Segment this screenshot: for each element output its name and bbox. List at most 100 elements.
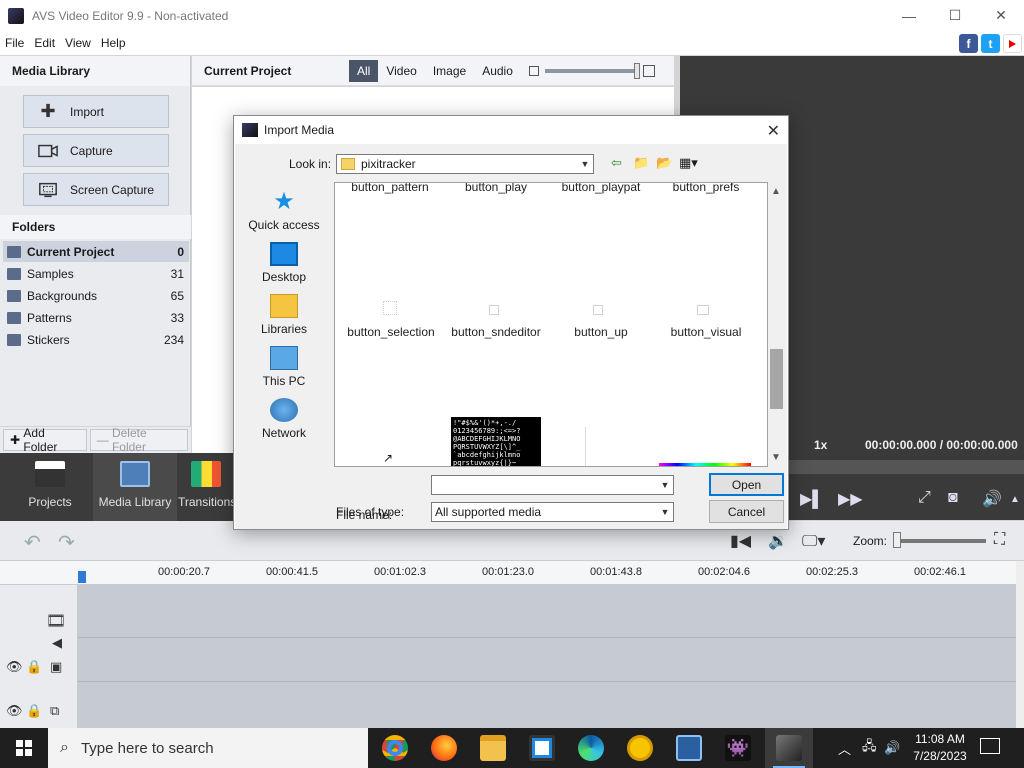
place-quick-access[interactable]: ★ Quick access xyxy=(243,190,325,233)
open-button[interactable]: Open xyxy=(709,473,784,496)
file-item[interactable]: button_visual xyxy=(651,325,761,339)
filter-all[interactable]: All xyxy=(349,59,379,82)
file-thumbnail[interactable] xyxy=(593,305,603,315)
new-folder-icon[interactable]: 📂 xyxy=(656,155,672,171)
firefox-icon[interactable] xyxy=(431,735,457,761)
playback-speed[interactable]: 1x xyxy=(814,438,827,452)
file-thumbnail[interactable] xyxy=(659,463,751,466)
snapshot-icon[interactable]: ◙ xyxy=(948,489,958,507)
folder-backgrounds[interactable]: Backgrounds 65 xyxy=(3,285,189,306)
tray-overflow-icon[interactable]: ︿ xyxy=(838,728,851,768)
volume-icon[interactable]: 🔊 xyxy=(982,489,1002,509)
thumbnail-size-slider[interactable] xyxy=(544,62,640,79)
filter-image[interactable]: Image xyxy=(425,60,474,82)
chevron-down-icon[interactable]: ▼ xyxy=(657,503,673,521)
delete-folder-button[interactable]: — Delete Folder xyxy=(89,426,188,454)
dialog-close-icon[interactable]: ✕ xyxy=(767,121,780,141)
file-explorer-icon[interactable] xyxy=(480,735,506,761)
store-icon[interactable] xyxy=(529,735,555,761)
maximize-button[interactable]: ☐ xyxy=(932,0,978,31)
menu-help[interactable]: Help xyxy=(96,36,131,50)
charset-thumbnail[interactable]: !"#$%&'()*+,-./ 0123456789:;<=>? @ABCDEF… xyxy=(451,417,541,466)
redo-icon[interactable]: ↷ xyxy=(58,530,75,555)
file-list-scrollbar[interactable]: ▲ ▼ xyxy=(768,182,785,467)
storyboard-view-icon[interactable]: 🖵▾ xyxy=(802,531,825,551)
import-button[interactable]: ✚ Import xyxy=(23,95,169,128)
eye-icon[interactable]: 👁 xyxy=(6,659,23,675)
large-thumb-icon[interactable] xyxy=(642,64,655,77)
zoom-slider[interactable] xyxy=(896,539,986,543)
small-thumb-icon[interactable] xyxy=(528,65,539,76)
twitter-icon[interactable]: t xyxy=(981,34,1000,53)
cancel-button[interactable]: Cancel xyxy=(709,500,784,523)
close-button[interactable]: ✕ xyxy=(978,0,1024,31)
screen-capture-button[interactable]: Screen Capture xyxy=(23,173,169,206)
timeline-scrollbar[interactable] xyxy=(1016,561,1024,728)
next-frame-icon[interactable]: ▶▌ xyxy=(800,489,824,509)
youtube-icon[interactable] xyxy=(1003,34,1022,53)
file-name-input[interactable]: ▼ xyxy=(431,475,674,495)
tab-transitions[interactable]: Transitions xyxy=(178,453,233,521)
fullscreen-icon[interactable]: ⤢ xyxy=(918,489,931,507)
volume-tray-icon[interactable]: 🔊 xyxy=(884,728,900,768)
up-folder-icon[interactable]: 📁 xyxy=(633,155,649,171)
menu-view[interactable]: View xyxy=(60,36,96,50)
slider-thumb[interactable] xyxy=(633,62,640,79)
avs-video-editor-icon[interactable] xyxy=(776,735,802,761)
file-thumbnail[interactable]: ↗ xyxy=(383,451,397,465)
file-item[interactable]: button_pattern xyxy=(335,183,445,194)
notification-icon[interactable] xyxy=(980,738,1000,754)
fit-timeline-icon[interactable]: ⛶ xyxy=(994,531,1005,549)
network-status-icon[interactable]: 🖧 xyxy=(862,728,877,768)
folder-stickers[interactable]: Stickers 234 xyxy=(3,329,189,350)
system-clock[interactable]: 11:08 AM 7/28/2023 xyxy=(905,731,975,765)
edge-icon[interactable] xyxy=(578,735,604,761)
volume-dropdown-icon[interactable]: ▲ xyxy=(1010,494,1020,505)
tab-projects[interactable]: Projects xyxy=(8,453,92,521)
next-marker-icon[interactable]: ▶▶ xyxy=(838,489,863,509)
start-button[interactable] xyxy=(0,728,48,768)
chevron-down-icon[interactable]: ▼ xyxy=(657,476,673,494)
facebook-icon[interactable]: f xyxy=(959,34,978,53)
chrome-icon[interactable] xyxy=(382,735,408,761)
playhead-marker[interactable] xyxy=(78,571,86,583)
filter-audio[interactable]: Audio xyxy=(474,60,521,82)
file-item[interactable]: button_prefs xyxy=(651,183,761,194)
app-circle-icon[interactable] xyxy=(627,735,653,761)
add-folder-button[interactable]: ✚ Add Folder xyxy=(3,426,87,454)
file-thumbnail[interactable] xyxy=(383,301,397,315)
timeline-ruler[interactable]: 00:00:20.7 00:00:41.5 00:01:02.3 00:01:2… xyxy=(0,561,1016,585)
file-item[interactable]: button_sndeditor xyxy=(441,325,551,339)
folder-current-project[interactable]: Current Project 0 xyxy=(3,241,189,262)
place-libraries[interactable]: Libraries xyxy=(243,294,325,336)
file-item[interactable]: button_playpat xyxy=(546,183,656,194)
video-app-icon[interactable] xyxy=(676,735,702,761)
split-icon[interactable]: ▮◀ xyxy=(730,531,751,551)
scroll-down-icon[interactable]: ▼ xyxy=(771,452,781,463)
capture-button[interactable]: Capture xyxy=(23,134,169,167)
place-this-pc[interactable]: This PC xyxy=(243,346,325,388)
back-icon[interactable]: ⇦ xyxy=(611,155,622,171)
place-network[interactable]: Network xyxy=(243,398,325,440)
scroll-thumb[interactable] xyxy=(770,349,783,409)
tab-media-library[interactable]: Media Library xyxy=(93,453,177,521)
file-item[interactable]: button_selection xyxy=(336,325,446,339)
files-of-type-select[interactable]: All supported media ▼ xyxy=(431,502,674,522)
file-thumbnail[interactable] xyxy=(585,427,617,466)
zoom-slider-thumb[interactable] xyxy=(893,532,901,548)
file-list[interactable]: button_pattern button_play button_playpa… xyxy=(334,182,768,467)
folder-samples[interactable]: Samples 31 xyxy=(3,263,189,284)
eye-icon[interactable]: 👁 xyxy=(6,703,23,719)
folder-patterns[interactable]: Patterns 33 xyxy=(3,307,189,328)
menu-edit[interactable]: Edit xyxy=(29,36,60,50)
timeline-tracks[interactable] xyxy=(78,585,1016,728)
file-thumbnail[interactable] xyxy=(697,305,709,315)
scroll-up-icon[interactable]: ▲ xyxy=(771,186,781,197)
pixitracker-icon[interactable]: 👾 xyxy=(725,735,751,761)
menu-file[interactable]: File xyxy=(0,36,29,50)
place-desktop[interactable]: Desktop xyxy=(243,242,325,284)
file-thumbnail[interactable] xyxy=(489,305,499,315)
undo-icon[interactable]: ↶ xyxy=(24,530,41,555)
file-item[interactable]: button_play xyxy=(441,183,551,194)
filter-video[interactable]: Video xyxy=(378,60,424,82)
